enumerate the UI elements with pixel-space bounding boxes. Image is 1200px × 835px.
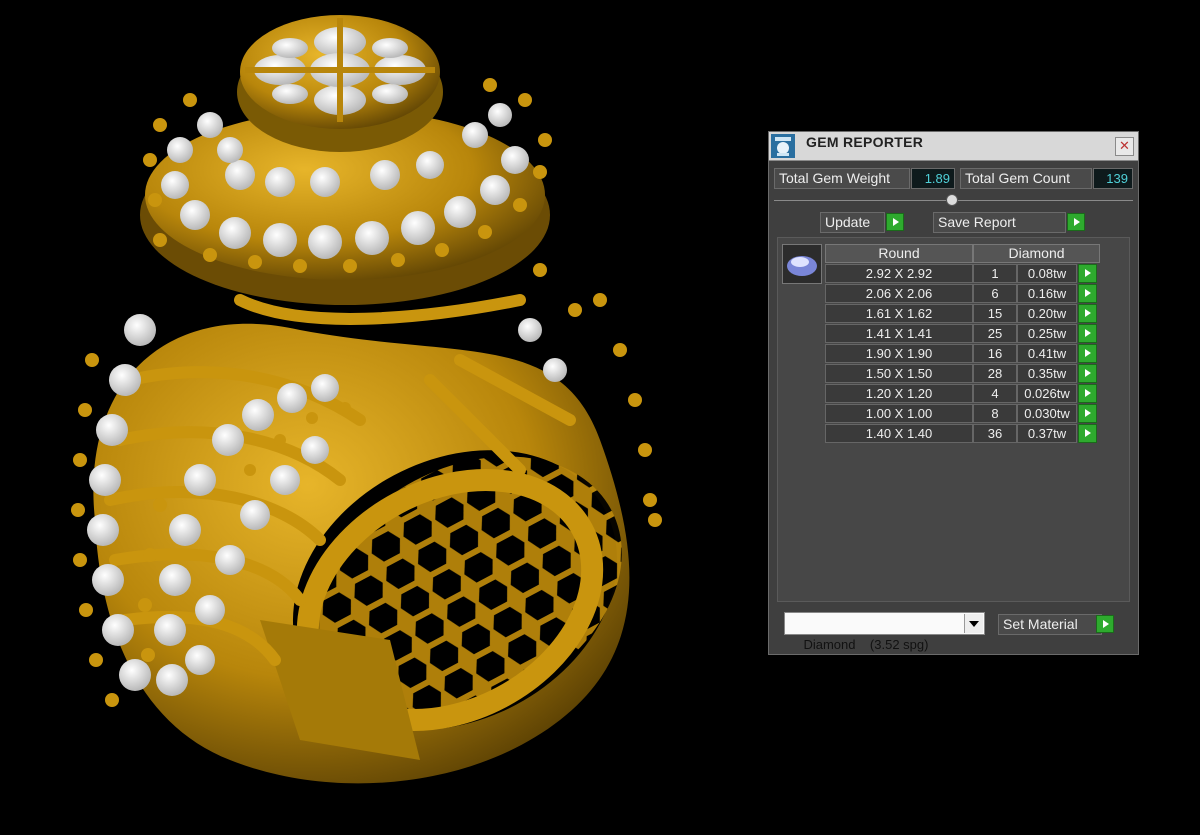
row-arrow-icon[interactable]	[1078, 364, 1097, 383]
gem-weight-cell: 0.08tw	[1017, 264, 1077, 283]
row-arrow-icon[interactable]	[1078, 424, 1097, 443]
save-report-button[interactable]: Save Report	[933, 212, 1066, 233]
gem-weight-cell: 0.37tw	[1017, 424, 1077, 443]
gem-table-area: Round Diamond 2.92 X 2.92 1 0.08tw 2.06 X 2…	[777, 237, 1130, 602]
gem-count-cell: 4	[973, 384, 1017, 403]
save-report-arrow-icon[interactable]	[1067, 213, 1085, 231]
gem-weight-cell: 0.030tw	[1017, 404, 1077, 423]
row-arrow-icon[interactable]	[1078, 404, 1097, 423]
row-arrow-icon[interactable]	[1078, 384, 1097, 403]
gem-count-cell: 28	[973, 364, 1017, 383]
gem-count-cell: 15	[973, 304, 1017, 323]
gem-size-cell: 1.90 X 1.90	[825, 344, 973, 363]
set-material-button[interactable]: Set Material	[998, 614, 1102, 635]
ring-model	[71, 15, 662, 784]
material-select-value: Diamond (3.52 spg)	[803, 637, 929, 652]
gem-count-cell: 25	[973, 324, 1017, 343]
gem-count-cell: 6	[973, 284, 1017, 303]
gem-size-cell: 1.40 X 1.40	[825, 424, 973, 443]
3d-viewport[interactable]	[0, 0, 760, 830]
gem-size-cell: 2.06 X 2.06	[825, 284, 973, 303]
gem-count-cell: 36	[973, 424, 1017, 443]
row-arrow-icon[interactable]	[1078, 304, 1097, 323]
set-material-arrow-icon[interactable]	[1096, 615, 1114, 633]
window-title: GEM REPORTER	[806, 134, 924, 150]
total-gem-weight-label: Total Gem Weight	[774, 168, 910, 189]
gem-count-cell: 16	[973, 344, 1017, 363]
update-arrow-icon[interactable]	[886, 213, 904, 231]
round-gem-icon[interactable]	[782, 244, 822, 284]
gem-count-cell: 1	[973, 264, 1017, 283]
row-arrow-icon[interactable]	[1078, 344, 1097, 363]
row-arrow-icon[interactable]	[1078, 324, 1097, 343]
material-column-header: Diamond	[973, 244, 1100, 263]
update-button[interactable]: Update	[820, 212, 885, 233]
panel-slider-knob[interactable]	[946, 194, 958, 206]
title-bar[interactable]: GEM REPORTER ✕	[769, 132, 1138, 161]
gem-size-cell: 1.41 X 1.41	[825, 324, 973, 343]
shape-column-header: Round	[825, 244, 973, 263]
material-select[interactable]: Diamond (3.52 spg)	[784, 612, 985, 652]
total-gem-count-label: Total Gem Count	[960, 168, 1092, 189]
gem-reporter-panel: GEM REPORTER ✕ Total Gem Weight 1.89 Tot…	[768, 131, 1139, 655]
gem-size-cell: 1.50 X 1.50	[825, 364, 973, 383]
gem-weight-cell: 0.25tw	[1017, 324, 1077, 343]
close-button[interactable]: ✕	[1115, 137, 1134, 156]
row-arrow-icon[interactable]	[1078, 264, 1097, 283]
gem-weight-cell: 0.026tw	[1017, 384, 1077, 403]
gem-size-cell: 1.00 X 1.00	[825, 404, 973, 423]
gem-reporter-app-icon	[771, 134, 795, 158]
gem-weight-cell: 0.20tw	[1017, 304, 1077, 323]
gem-count-cell: 8	[973, 404, 1017, 423]
gem-weight-cell: 0.35tw	[1017, 364, 1077, 383]
gem-weight-cell: 0.41tw	[1017, 344, 1077, 363]
row-arrow-icon[interactable]	[1078, 284, 1097, 303]
gem-size-cell: 1.61 X 1.62	[825, 304, 973, 323]
gem-weight-cell: 0.16tw	[1017, 284, 1077, 303]
gem-size-cell: 1.20 X 1.20	[825, 384, 973, 403]
total-gem-weight-value: 1.89	[911, 168, 955, 189]
gem-size-cell: 2.92 X 2.92	[825, 264, 973, 283]
total-gem-count-value: 139	[1093, 168, 1133, 189]
chevron-down-icon[interactable]	[964, 614, 983, 633]
